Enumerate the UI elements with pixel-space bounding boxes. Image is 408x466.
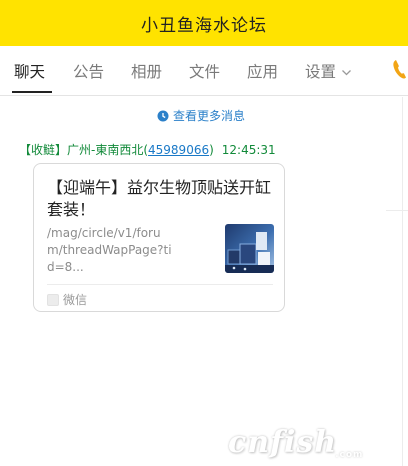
message-time: 12:45:31: [221, 143, 276, 157]
message-header: 【收鲢】广州-東南西北(45989066) 12:45:31: [19, 141, 276, 158]
tab-files[interactable]: 文件: [189, 62, 220, 82]
shared-link-card[interactable]: 【迎端午】益尔生物顶贴送开缸套装！ /mag/circle/v1/forum/t…: [33, 163, 285, 312]
tab-announcements[interactable]: 公告: [73, 62, 104, 82]
card-source-label: 微信: [63, 293, 88, 307]
window-title: 小丑鱼海水论坛: [141, 15, 267, 36]
site-watermark: cnfish.com: [228, 425, 363, 460]
chevron-down-icon: [342, 69, 351, 75]
tab-album[interactable]: 相册: [131, 62, 162, 82]
tab-apps[interactable]: 应用: [247, 62, 278, 82]
side-panel-separator: [386, 210, 408, 211]
sender-name: 【收鲢】广州-東南西北(: [19, 143, 149, 157]
watermark-suffix: .com: [335, 450, 364, 460]
tab-chat[interactable]: 聊天: [14, 62, 45, 82]
product-thumbnail: [225, 224, 274, 273]
sender-qq-link[interactable]: 45989066: [148, 143, 209, 157]
view-more-messages-label: 查看更多消息: [172, 109, 245, 123]
wechat-icon: [47, 293, 59, 306]
side-panel-divider: [402, 97, 403, 466]
watermark-text: cnfish: [228, 425, 338, 460]
phone-icon[interactable]: [392, 58, 408, 80]
tab-settings-label: 设置: [305, 63, 337, 81]
card-divider: [47, 284, 273, 285]
sender-name-suffix: ): [209, 143, 214, 157]
card-url: /mag/circle/v1/forum/threadWapPage?tid=8…: [47, 226, 172, 274]
clock-icon: [157, 110, 169, 121]
chat-window: 小丑鱼海水论坛 聊天 公告 相册 文件 应用 设置 查看更多消息 【收鲢】广州-…: [0, 0, 408, 466]
view-more-messages-link[interactable]: 查看更多消息: [0, 107, 402, 124]
title-bar: 小丑鱼海水论坛: [0, 0, 408, 46]
tab-settings[interactable]: 设置: [305, 62, 352, 82]
active-tab-indicator: [12, 91, 52, 93]
card-source: 微信: [47, 291, 87, 308]
card-title: 【迎端午】益尔生物顶贴送开缸套装！: [47, 178, 272, 219]
tab-bar: 聊天 公告 相册 文件 应用 设置: [0, 46, 408, 96]
